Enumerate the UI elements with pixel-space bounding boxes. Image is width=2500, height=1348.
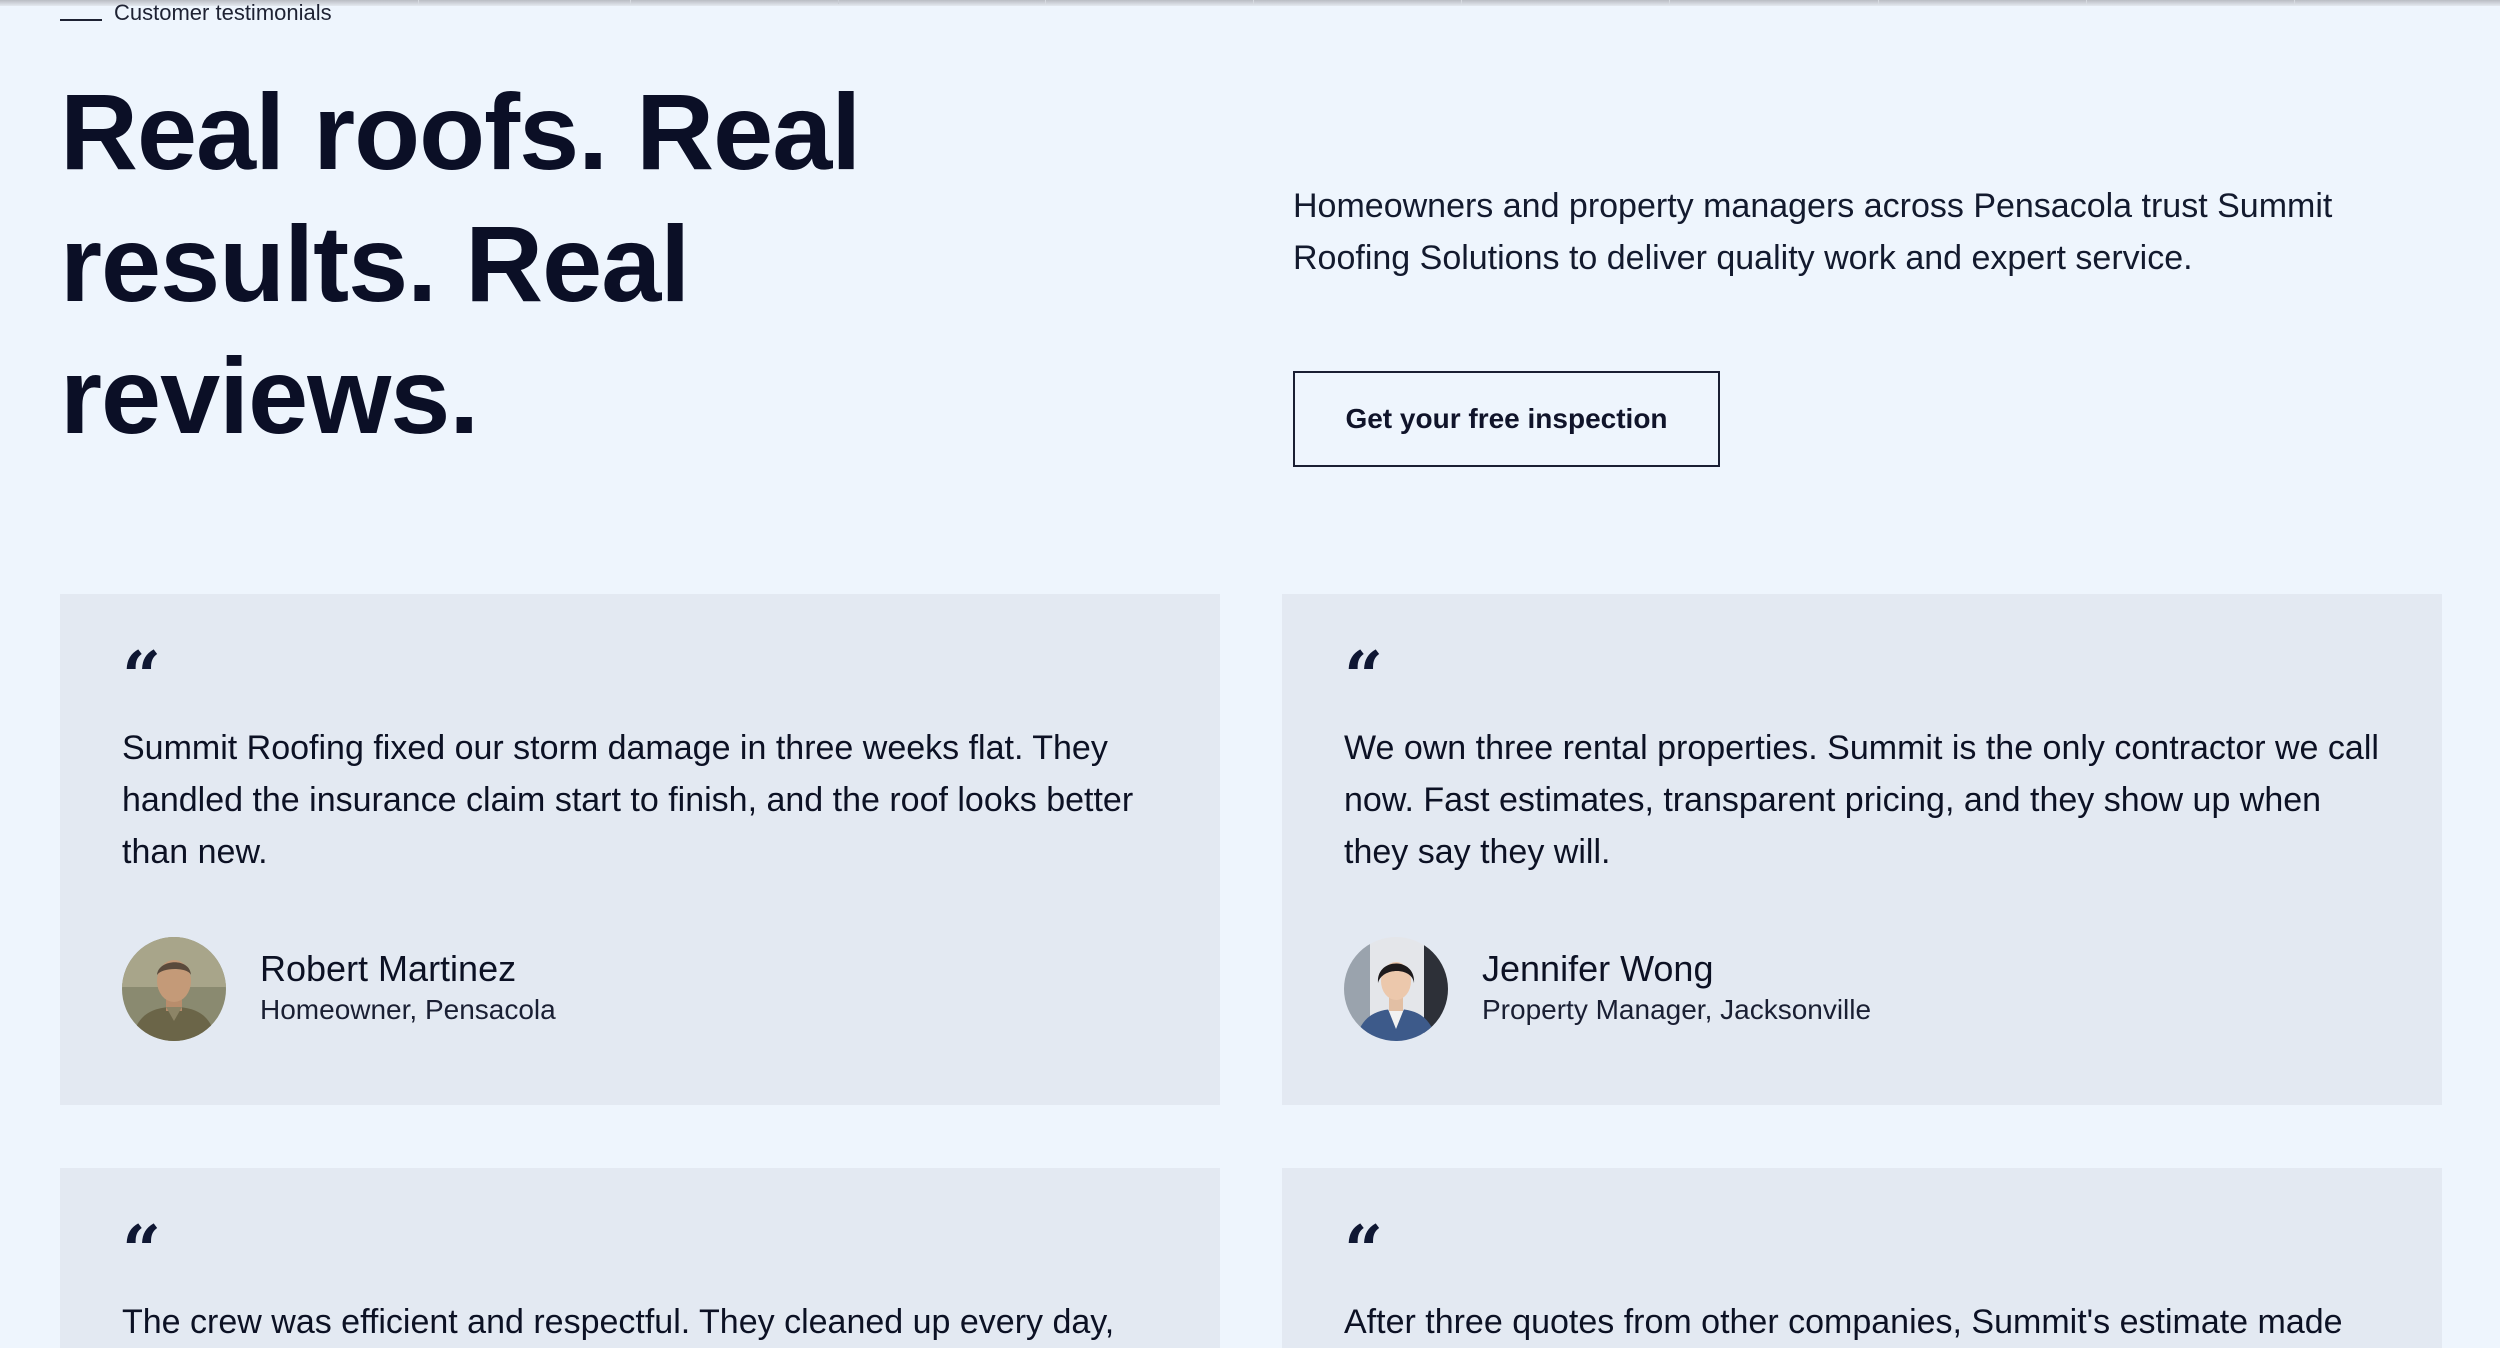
testimonial-quote: We own three rental properties. Summit i… xyxy=(1344,729,2379,871)
testimonial-card: “ The crew was efficient and respectful.… xyxy=(60,1168,1220,1348)
author-role: Property Manager, Jacksonville xyxy=(1482,994,1872,1025)
eyebrow-rule xyxy=(60,19,102,21)
quote-icon: “ xyxy=(1344,1211,1383,1291)
testimonial-quote: Summit Roofing fixed our storm damage in… xyxy=(122,729,1134,871)
eyebrow-label: Customer testimonials xyxy=(114,0,332,25)
author-name: Robert Martinez xyxy=(260,948,517,989)
testimonials-page: Customer testimonials Real roofs. Real r… xyxy=(0,0,2500,1348)
testimonial-card: “ We own three rental properties. Summit… xyxy=(1282,594,2442,1105)
avatar xyxy=(1344,937,1448,1041)
quote-icon: “ xyxy=(1344,637,1383,717)
author-name: Jennifer Wong xyxy=(1482,948,1714,989)
quote-icon: “ xyxy=(122,637,161,717)
quote-icon: “ xyxy=(122,1211,161,1291)
testimonial-card: “ Summit Roofing fixed our storm damage … xyxy=(60,594,1220,1105)
avatar xyxy=(122,937,226,1041)
testimonial-card: “ After three quotes from other companie… xyxy=(1282,1168,2442,1348)
section-intro: Homeowners and property managers across … xyxy=(1293,187,2333,277)
free-inspection-button[interactable]: Get your free inspection xyxy=(1293,371,1720,467)
testimonial-author: Jennifer Wong Property Manager, Jacksonv… xyxy=(1344,937,1871,1041)
testimonial-quote: The crew was efficient and respectful. T… xyxy=(122,1303,1115,1341)
author-role: Homeowner, Pensacola xyxy=(260,994,556,1025)
section-headline: Real roofs. Real results. Real reviews. xyxy=(60,71,861,456)
testimonial-author: Robert Martinez Homeowner, Pensacola xyxy=(122,937,556,1041)
testimonial-quote: After three quotes from other companies,… xyxy=(1344,1303,2343,1341)
browser-tab-strip xyxy=(0,0,2500,6)
section-eyebrow: Customer testimonials xyxy=(60,0,332,26)
